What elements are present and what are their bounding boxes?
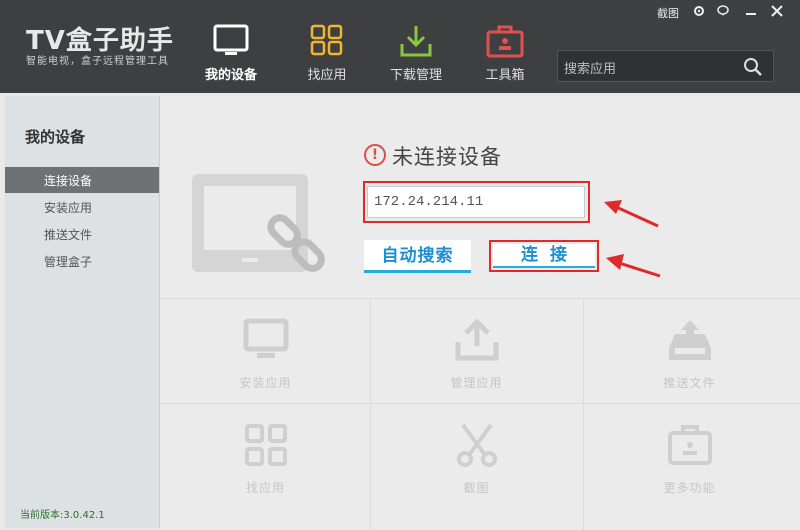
- ip-highlight: 172.24.214.11: [363, 181, 590, 223]
- grid-icon: [244, 424, 287, 466]
- tile-push-file[interactable]: 推送文件: [584, 300, 795, 401]
- nav-find-apps[interactable]: 找应用: [282, 0, 372, 93]
- ip-address-input[interactable]: 172.24.214.11: [367, 186, 585, 218]
- tile-find-apps[interactable]: 找应用: [160, 405, 371, 506]
- feature-grid: 安装应用 管理应用 推送文件 找应用 截图 更多功能: [160, 298, 800, 530]
- tile-label: 找应用: [245, 481, 285, 495]
- warning-icon: !: [364, 144, 386, 166]
- gear-icon[interactable]: [693, 5, 705, 17]
- tile-install-app[interactable]: 安装应用: [160, 300, 371, 401]
- download-icon: [400, 26, 432, 57]
- nav-label: 找应用: [307, 68, 347, 83]
- sidebar: 我的设备 连接设备 安装应用 推送文件 管理盒子 当前版本:3.0.42.1: [5, 96, 160, 528]
- divider: [160, 403, 800, 404]
- briefcase-icon: [667, 425, 712, 465]
- tile-more-features[interactable]: 更多功能: [584, 405, 795, 506]
- tile-label: 更多功能: [663, 481, 716, 495]
- sidebar-item-label: 推送文件: [44, 228, 93, 242]
- close-icon[interactable]: [771, 5, 783, 17]
- search-input[interactable]: 搜索应用: [557, 50, 774, 82]
- feedback-icon[interactable]: [717, 5, 729, 17]
- sidebar-item-label: 连接设备: [44, 174, 93, 188]
- nav-toolbox[interactable]: 工具箱: [460, 0, 550, 93]
- divider: [160, 298, 800, 299]
- connection-status: 未连接设备: [392, 145, 502, 169]
- tile-label: 安装应用: [239, 376, 292, 390]
- version-label: 当前版本:3.0.42.1: [20, 510, 105, 521]
- annotation-arrow-icon: [604, 200, 659, 228]
- tile-label: 截图: [463, 481, 490, 495]
- sidebar-title: 我的设备: [25, 128, 86, 146]
- scissors-icon: [456, 423, 497, 467]
- sidebar-item-manage-box[interactable]: 管理盒子: [5, 248, 159, 274]
- nav-label: 我的设备: [204, 68, 257, 83]
- annotation-arrow-icon: [606, 254, 661, 278]
- tile-label: 管理应用: [450, 376, 503, 390]
- top-bar: TV盒子助手 智能电视，盒子远程管理工具 我的设备 找应用 下载管理 工具箱 搜…: [0, 0, 800, 93]
- tile-label: 推送文件: [663, 376, 716, 390]
- install-icon: [243, 318, 288, 358]
- search-icon[interactable]: [743, 57, 763, 77]
- connect-button[interactable]: 连接: [493, 244, 595, 268]
- nav-label: 工具箱: [485, 68, 525, 83]
- grid-icon: [310, 24, 343, 56]
- nav-my-devices[interactable]: 我的设备: [186, 0, 276, 93]
- main-panel: ! 未连接设备 172.24.214.11 自动搜索 连接 安装应用 管理应用 …: [160, 96, 800, 530]
- tile-screenshot[interactable]: 截图: [371, 405, 582, 506]
- inbox-icon: [668, 320, 711, 360]
- sidebar-item-connect-device[interactable]: 连接设备: [5, 167, 159, 193]
- toolbox-icon: [486, 25, 524, 58]
- connect-highlight: 连接: [489, 240, 599, 272]
- search-placeholder: 搜索应用: [564, 62, 617, 77]
- sidebar-item-install-app[interactable]: 安装应用: [5, 194, 159, 220]
- monitor-icon: [213, 24, 249, 55]
- tile-manage-apps[interactable]: 管理应用: [371, 300, 582, 401]
- sidebar-item-label: 安装应用: [44, 201, 93, 215]
- app-tagline: 智能电视，盒子远程管理工具: [26, 56, 169, 67]
- nav-label: 下载管理: [389, 68, 442, 83]
- sidebar-item-push-file[interactable]: 推送文件: [5, 221, 159, 247]
- sidebar-item-label: 管理盒子: [44, 255, 93, 269]
- disconnected-tv-icon: [192, 174, 325, 272]
- minimize-icon[interactable]: [745, 5, 757, 17]
- nav-downloads[interactable]: 下载管理: [371, 0, 461, 93]
- upload-icon: [455, 318, 498, 361]
- auto-search-button[interactable]: 自动搜索: [364, 240, 471, 273]
